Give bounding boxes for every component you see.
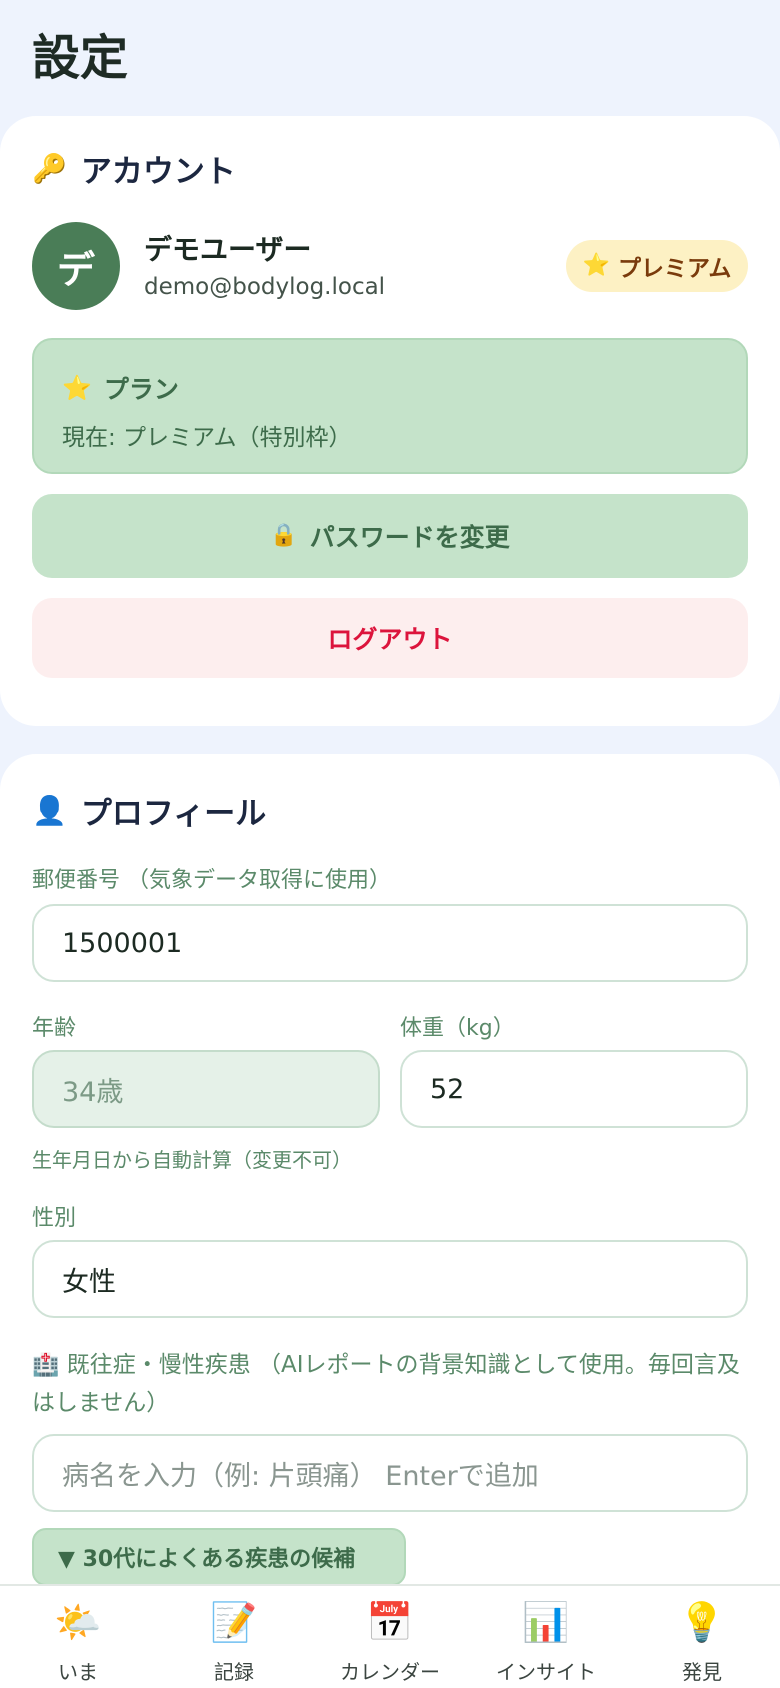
nav-item-calendar[interactable]: 📅 カレンダー: [312, 1586, 468, 1688]
weight-label: 体重（kg）: [400, 1016, 515, 1041]
key-icon: 🔑: [32, 151, 67, 185]
person-icon: 👤: [32, 793, 67, 827]
account-card: 🔑 アカウント デ デモユーザー demo@bodylog.local ⭐ プレ…: [0, 116, 780, 726]
profile-title-label: プロフィール: [80, 796, 267, 832]
age-label: 年齢: [32, 1016, 77, 1041]
disease-candidates-toggle[interactable]: ▼ 30代によくある疾患の候補: [32, 1528, 406, 1586]
calendar-icon: 📅: [366, 1600, 414, 1644]
hospital-icon: 🏥: [32, 1353, 60, 1378]
nav-label-calendar: カレンダー: [340, 1660, 440, 1684]
profile-card: 👤 プロフィール 郵便番号 （気象データ取得に使用） 1500001 年齢 34…: [0, 754, 780, 1688]
account-title-label: アカウント: [80, 154, 236, 190]
postal-code-input[interactable]: 1500001: [32, 904, 748, 982]
postal-code-label: 郵便番号 （気象データ取得に使用）: [32, 868, 391, 893]
plan-title-label: プラン: [103, 375, 179, 404]
memo-icon: 📝: [210, 1600, 258, 1644]
profile-section-title: 👤 プロフィール: [32, 788, 266, 833]
plan-title: ⭐ プラン: [62, 370, 179, 406]
disease-label: 🏥 既往症・慢性疾患 （AIレポートの背景知識として使用。毎回言及はしません）: [32, 1346, 752, 1422]
user-email: demo@bodylog.local: [144, 274, 386, 300]
age-hint: 生年月日から自動計算（変更不可）: [32, 1148, 352, 1172]
bar-chart-icon: 📊: [522, 1600, 570, 1644]
star-icon: ⭐: [582, 253, 610, 278]
user-name: デモユーザー: [144, 233, 312, 266]
nav-label-discover: 発見: [682, 1660, 722, 1684]
sun-cloud-icon: 🌤️: [54, 1600, 102, 1644]
nav-label-now: いま: [58, 1660, 98, 1684]
page-title: 設定: [32, 30, 129, 86]
disease-input[interactable]: 病名を入力（例: 片頭痛） Enterで追加: [32, 1434, 748, 1512]
light-bulb-icon: 💡: [678, 1600, 726, 1644]
nav-item-discover[interactable]: 💡 発見: [624, 1586, 780, 1688]
premium-badge: ⭐ プレミアム: [566, 240, 748, 292]
nav-label-record: 記録: [214, 1660, 254, 1684]
nav-item-insight[interactable]: 📊 インサイト: [468, 1586, 624, 1688]
change-password-label: パスワードを変更: [309, 523, 510, 552]
logout-button[interactable]: ログアウト: [32, 598, 748, 678]
gender-select[interactable]: 女性: [32, 1240, 748, 1318]
premium-badge-label: プレミアム: [618, 256, 732, 282]
bottom-nav: 🌤️ いま 📝 記録 📅 カレンダー 📊 インサイト 💡 発見: [0, 1584, 780, 1688]
weight-input[interactable]: 52: [400, 1050, 748, 1128]
avatar: デ: [32, 222, 120, 310]
plan-box: ⭐ プラン 現在: プレミアム（特別枠）: [32, 338, 748, 474]
change-password-button[interactable]: 🔒 パスワードを変更: [32, 494, 748, 578]
plan-current: 現在: プレミアム（特別枠）: [62, 425, 352, 451]
nav-item-record[interactable]: 📝 記録: [156, 1586, 312, 1688]
lock-icon: 🔒: [270, 523, 298, 548]
age-field: 34歳: [32, 1050, 380, 1128]
gender-label: 性別: [32, 1206, 77, 1231]
nav-item-now[interactable]: 🌤️ いま: [0, 1586, 156, 1688]
disease-label-text: 既往症・慢性疾患 （AIレポートの背景知識として使用。毎回言及はしません）: [32, 1352, 740, 1416]
nav-label-insight: インサイト: [496, 1660, 596, 1684]
account-section-title: 🔑 アカウント: [32, 146, 236, 191]
star-icon: ⭐: [62, 374, 92, 402]
